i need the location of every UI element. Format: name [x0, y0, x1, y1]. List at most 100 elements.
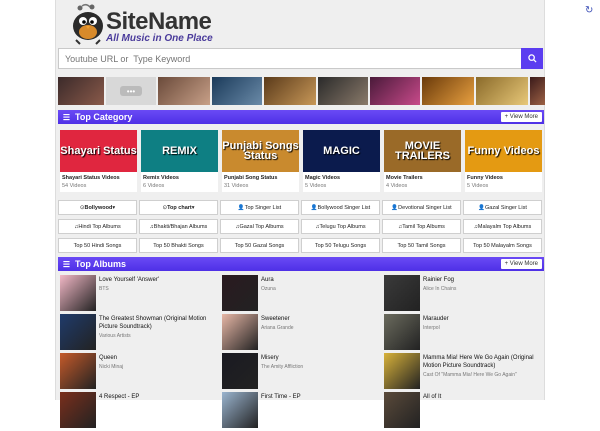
album-cover	[60, 353, 96, 389]
album-item[interactable]: Mamma Mia! Here We Go Again (Original Mo…	[382, 353, 542, 392]
nav-button[interactable]: ♫ Gazal Top Albums	[220, 219, 299, 234]
nav-button[interactable]: ⊙ Top chart ▾	[139, 200, 218, 215]
nav-button-icon: 👤	[391, 204, 399, 211]
loading-icon: ↻	[585, 5, 594, 16]
nav-button[interactable]: 👤 Devotional Singer List	[382, 200, 461, 215]
nav-button[interactable]: 👤 Top Singer List	[220, 200, 299, 215]
nav-button-label: Hindi Top Albums	[78, 223, 121, 230]
album-item[interactable]: First Time - EP	[220, 392, 380, 431]
video-placeholder-icon: •••	[120, 86, 142, 96]
nav-button[interactable]: Top 50 Telugu Songs	[301, 238, 380, 253]
video-thumbnail[interactable]	[422, 77, 474, 105]
nav-button-label: Top 50 Hindi Songs	[73, 242, 122, 249]
album-item[interactable]: Marauder Interpol	[382, 314, 542, 353]
category-name: Funny Videos	[467, 175, 503, 181]
album-item[interactable]: The Greatest Showman (Original Motion Pi…	[58, 314, 218, 353]
category-count: 5 Videos	[305, 183, 327, 189]
video-thumbnail[interactable]	[58, 77, 104, 105]
album-cover	[222, 353, 258, 389]
video-thumbnail-strip: •••	[58, 77, 545, 105]
category-card[interactable]: Funny Videos Funny Videos 5 Videos	[465, 130, 542, 192]
album-artist: Nicki Minaj	[99, 364, 124, 370]
nav-button[interactable]: Top 50 Gazal Songs	[220, 238, 299, 253]
album-item[interactable]: All of It	[382, 392, 542, 431]
nav-button-label: Bhakti/Bhajan Albums	[153, 223, 208, 230]
nav-button[interactable]: 👤 Gazal Singer List	[463, 200, 542, 215]
category-card[interactable]: MAGIC Magic Videos 5 Videos	[303, 130, 380, 192]
album-artist: The Amity Affliction	[261, 364, 304, 370]
nav-button[interactable]: Top 50 Malayalm Songs	[463, 238, 542, 253]
video-thumbnail[interactable]	[212, 77, 262, 105]
category-name: Remix Videos	[143, 175, 179, 181]
category-card[interactable]: REMIX Remix Videos 6 Videos	[141, 130, 218, 192]
album-cover	[384, 392, 420, 428]
top-category-title: Top Category	[75, 112, 133, 122]
nav-button[interactable]: ♫ Tamil Top Albums	[382, 219, 461, 234]
category-image: MOVIE TRAILERS	[384, 130, 461, 172]
category-image-label: REMIX	[162, 145, 197, 157]
site-tagline: All Music in One Place	[106, 33, 213, 44]
album-cover	[384, 275, 420, 311]
album-item[interactable]: Love Yourself 'Answer' BTS	[58, 275, 218, 314]
top-albums-view-more-button[interactable]: + View More	[500, 259, 542, 269]
nav-button-label: Top 50 Malayalm Songs	[473, 242, 532, 249]
nav-button[interactable]: ♫ Malayalm Top Albums	[463, 219, 542, 234]
album-title: Marauder	[423, 316, 449, 322]
category-image-label: Shayari Status	[60, 145, 137, 157]
nav-button[interactable]: ♫ Telugu Top Albums	[301, 219, 380, 234]
category-name: Movie Trailers	[386, 175, 423, 181]
nav-button-label: Top 50 Gazal Songs	[234, 242, 285, 249]
album-title: Queen	[99, 355, 118, 361]
video-thumbnail[interactable]	[158, 77, 210, 105]
album-artist: Ozuna	[261, 286, 276, 292]
nav-button[interactable]: Top 50 Hindi Songs	[58, 238, 137, 253]
nav-button[interactable]: Top 50 Tamil Songs	[382, 238, 461, 253]
nav-button-label: Malayalm Top Albums	[477, 223, 532, 230]
album-artist: Alice In Chains	[423, 286, 457, 292]
album-item[interactable]: Queen Nicki Minaj	[58, 353, 218, 392]
album-cover	[384, 353, 420, 389]
album-cover	[60, 314, 96, 350]
album-cover	[222, 314, 258, 350]
album-item[interactable]: Rainier Fog Alice In Chains	[382, 275, 542, 314]
search-input[interactable]	[58, 48, 521, 69]
video-thumbnail[interactable]	[318, 77, 368, 105]
category-name: Punjabi Song Status	[224, 175, 278, 181]
nav-button-label: Top chart	[167, 204, 192, 211]
album-item[interactable]: 4 Respect - EP	[58, 392, 218, 431]
nav-button[interactable]: ♫ Hindi Top Albums	[58, 219, 137, 234]
category-card[interactable]: Punjabi Songs Status Punjabi Song Status…	[222, 130, 299, 192]
album-title: Love Yourself 'Answer'	[99, 277, 159, 283]
view-more-label: View More	[509, 114, 538, 120]
video-thumbnail[interactable]	[264, 77, 316, 105]
category-image: Punjabi Songs Status	[222, 130, 299, 172]
category-count: 54 Videos	[62, 183, 87, 189]
category-card[interactable]: MOVIE TRAILERS Movie Trailers 4 Videos	[384, 130, 461, 192]
album-cover	[222, 275, 258, 311]
search-button[interactable]	[521, 48, 543, 69]
album-artist: Cast Of "Mamma Mia! Here We Go Again"	[423, 372, 517, 378]
site-logo[interactable]: SiteName All Music in One Place	[68, 2, 258, 48]
nav-button[interactable]: ⊙ Bollywood ▾	[58, 200, 137, 215]
caret-icon: ▾	[191, 204, 195, 211]
category-card[interactable]: Shayari Status Shayari Status Videos 54 …	[60, 130, 137, 192]
category-count: 5 Videos	[467, 183, 489, 189]
category-image-label: Punjabi Songs Status	[222, 140, 299, 162]
category-image-label: MOVIE TRAILERS	[395, 140, 450, 162]
nav-button[interactable]: Top 50 Bhakti Songs	[139, 238, 218, 253]
video-thumbnail[interactable]	[530, 77, 545, 105]
nav-button[interactable]: 👤 Bollywood Singer List	[301, 200, 380, 215]
album-cover	[60, 275, 96, 311]
category-name: Magic Videos	[305, 175, 341, 181]
video-thumbnail[interactable]	[370, 77, 420, 105]
album-item[interactable]: Misery The Amity Affliction	[220, 353, 380, 392]
video-thumbnail[interactable]: •••	[106, 77, 156, 105]
album-item[interactable]: Aura Ozuna	[220, 275, 380, 314]
album-item[interactable]: Sweetener Ariana Grande	[220, 314, 380, 353]
album-cover	[60, 392, 96, 428]
caret-icon: ▾	[112, 204, 116, 211]
album-cover	[222, 392, 258, 428]
top-category-view-more-button[interactable]: + View More	[500, 112, 542, 122]
nav-button[interactable]: ♫ Bhakti/Bhajan Albums	[139, 219, 218, 234]
video-thumbnail[interactable]	[476, 77, 528, 105]
